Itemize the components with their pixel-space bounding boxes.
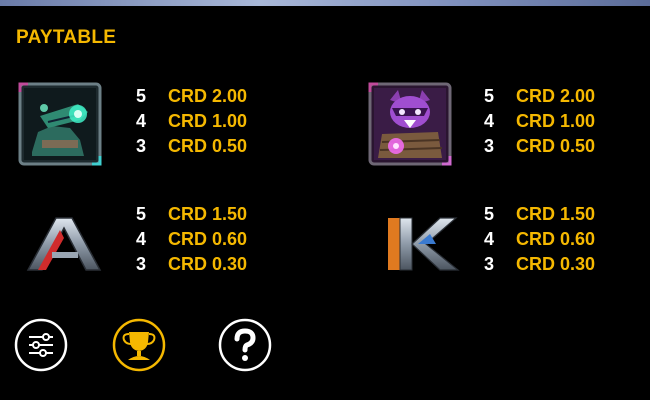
match-count: 3 [136, 136, 147, 156]
pay-amount: CRD 2.00 [168, 86, 248, 106]
pay-row: 4 CRD 0.60 [484, 227, 595, 252]
match-count: 4 [136, 229, 147, 249]
letter-k-icon [378, 200, 462, 284]
paytable-group-crocodile: 5 CRD 2.00 4 CRD 1.00 3 CRD 0.50 [136, 84, 247, 159]
pay-row: 5 CRD 1.50 [136, 202, 247, 227]
raccoon-warrior-icon [368, 82, 452, 166]
trophy-paytable-icon [112, 318, 166, 372]
match-count: 5 [484, 204, 495, 224]
settings-button[interactable] [14, 318, 68, 372]
match-count: 3 [136, 254, 147, 274]
pay-amount: CRD 0.30 [168, 254, 248, 274]
pay-row: 3 CRD 0.50 [136, 134, 247, 159]
page-title: PAYTABLE [16, 27, 117, 48]
pay-amount: CRD 0.60 [168, 229, 248, 249]
pay-row: 4 CRD 1.00 [484, 109, 595, 134]
pay-row: 4 CRD 0.60 [136, 227, 247, 252]
pay-amount: CRD 1.50 [168, 204, 248, 224]
pay-row: 4 CRD 1.00 [136, 109, 247, 134]
pay-amount: CRD 2.00 [516, 86, 596, 106]
paytable-group-raccoon: 5 CRD 2.00 4 CRD 1.00 3 CRD 0.50 [484, 84, 595, 159]
pay-amount: CRD 0.50 [168, 136, 248, 156]
pay-row: 3 CRD 0.50 [484, 134, 595, 159]
pay-row: 5 CRD 2.00 [136, 84, 247, 109]
letter-a-icon [22, 200, 106, 284]
pay-amount: CRD 1.50 [516, 204, 596, 224]
pay-amount: CRD 0.60 [516, 229, 596, 249]
match-count: 4 [484, 229, 495, 249]
pay-amount: CRD 1.00 [168, 111, 248, 131]
pay-row: 3 CRD 0.30 [136, 252, 247, 277]
match-count: 5 [484, 86, 495, 106]
match-count: 4 [484, 111, 495, 131]
top-bar [0, 0, 650, 6]
pay-row: 5 CRD 2.00 [484, 84, 595, 109]
match-count: 5 [136, 86, 147, 106]
match-count: 3 [484, 136, 495, 156]
pay-amount: CRD 0.30 [516, 254, 596, 274]
match-count: 4 [136, 111, 147, 131]
settings-sliders-icon [14, 318, 68, 372]
paytable-button[interactable] [112, 318, 166, 372]
match-count: 3 [484, 254, 495, 274]
pay-row: 3 CRD 0.30 [484, 252, 595, 277]
pay-row: 5 CRD 1.50 [484, 202, 595, 227]
crocodile-warrior-icon [18, 82, 102, 166]
pay-amount: CRD 1.00 [516, 111, 596, 131]
help-button[interactable] [218, 318, 272, 372]
match-count: 5 [136, 204, 147, 224]
paytable-group-k: 5 CRD 1.50 4 CRD 0.60 3 CRD 0.30 [484, 202, 595, 277]
pay-amount: CRD 0.50 [516, 136, 596, 156]
help-icon [218, 318, 272, 372]
paytable-group-a: 5 CRD 1.50 4 CRD 0.60 3 CRD 0.30 [136, 202, 247, 277]
